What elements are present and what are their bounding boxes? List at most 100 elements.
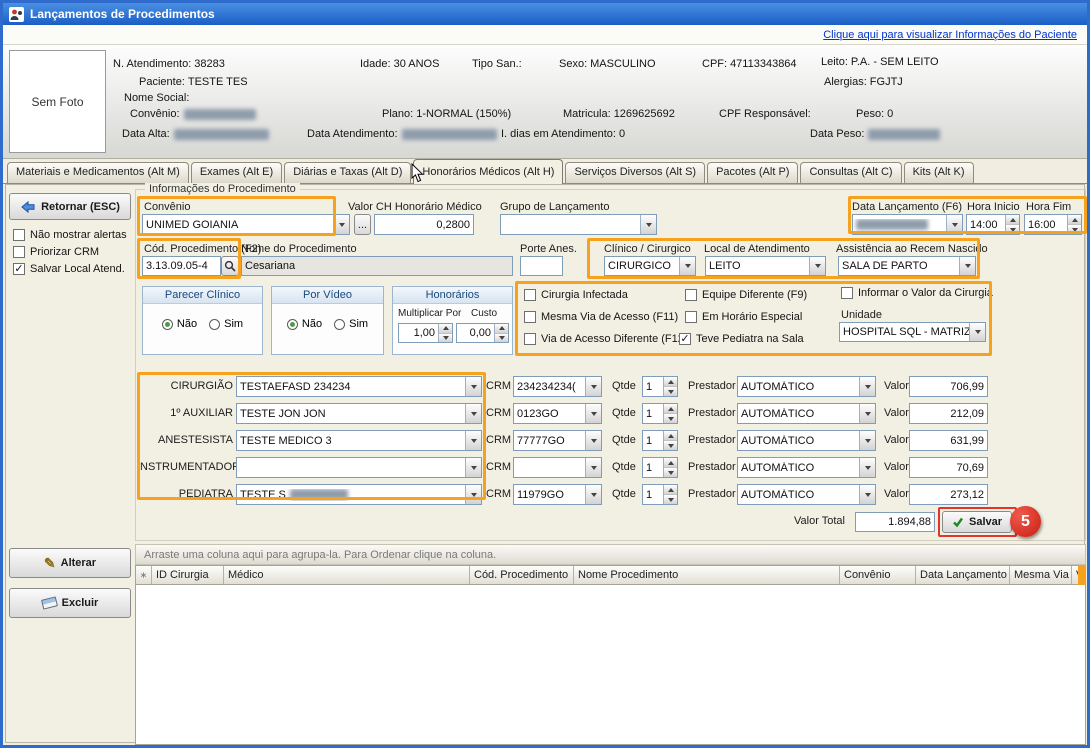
spinner-buttons[interactable] bbox=[663, 458, 677, 477]
cod-procedimento-input[interactable]: 3.13.09.05-4 bbox=[142, 256, 221, 276]
chevron-down-icon[interactable] bbox=[333, 215, 349, 234]
cod-procedimento-search-button[interactable] bbox=[221, 256, 239, 276]
chevron-down-icon[interactable] bbox=[809, 257, 825, 275]
video-sim-radio[interactable]: Sim bbox=[334, 318, 368, 330]
staff-valor-input[interactable]: 631,99 bbox=[909, 430, 988, 451]
alterar-button[interactable]: ✎ Alterar bbox=[9, 548, 131, 578]
chevron-down-icon[interactable] bbox=[679, 257, 695, 275]
spinner-buttons[interactable] bbox=[494, 324, 508, 342]
staff-qtde-stepper[interactable]: 1 bbox=[642, 484, 678, 505]
checkbox-priorizar-crm[interactable]: Priorizar CRM bbox=[13, 246, 99, 258]
grid-body[interactable] bbox=[135, 585, 1086, 745]
checkbox-teve-pediatra[interactable]: Teve Pediatra na Sala bbox=[679, 333, 804, 345]
grid-corner-cell[interactable]: ∗ bbox=[136, 566, 152, 584]
checkbox-equipe-diferente[interactable]: Equipe Diferente (F9) bbox=[685, 289, 807, 301]
spinner-buttons[interactable] bbox=[438, 324, 452, 342]
tab-diarias[interactable]: Diárias e Taxas (Alt D) bbox=[284, 162, 411, 183]
chevron-down-icon[interactable] bbox=[946, 215, 962, 234]
chevron-down-icon[interactable] bbox=[859, 404, 875, 423]
data-lancamento-select[interactable] bbox=[852, 214, 963, 235]
grupo-lancamento-select[interactable] bbox=[500, 214, 657, 235]
grid-col-id-cirurgia[interactable]: ID Cirurgia bbox=[152, 566, 224, 584]
checkbox-via-acesso-diferente[interactable]: Via de Acesso Diferente (F12) bbox=[524, 333, 688, 345]
valor-ch-input[interactable]: 0,2800 bbox=[374, 214, 474, 235]
staff-qtde-stepper[interactable]: 1 bbox=[642, 457, 678, 478]
checkbox-mesma-via-acesso[interactable]: Mesma Via de Acesso (F11) bbox=[524, 311, 678, 323]
grid-col-data-lancamento[interactable]: Data Lançamento bbox=[916, 566, 1010, 584]
checkbox-nao-mostrar-alertas[interactable]: Não mostrar alertas bbox=[13, 229, 127, 241]
staff-name-select[interactable]: TESTE JON JON bbox=[236, 403, 482, 424]
patient-info-link[interactable]: Clique aqui para visualizar Informações … bbox=[823, 29, 1077, 41]
spinner-buttons[interactable] bbox=[1067, 215, 1081, 234]
checkbox-informar-valor-cirurgia[interactable]: Informar o Valor da Cirurgia bbox=[841, 287, 993, 299]
checkbox-horario-especial[interactable]: Em Horário Especial bbox=[685, 311, 802, 323]
tab-pacotes[interactable]: Pacotes (Alt P) bbox=[707, 162, 798, 183]
staff-qtde-stepper[interactable]: 1 bbox=[642, 403, 678, 424]
hora-inicio-stepper[interactable]: 14:00 bbox=[966, 214, 1020, 235]
spinner-buttons[interactable] bbox=[663, 377, 677, 396]
staff-qtde-stepper[interactable]: 1 bbox=[642, 376, 678, 397]
assistencia-select[interactable]: SALA DE PARTO bbox=[838, 256, 976, 276]
tab-kits[interactable]: Kits (Alt K) bbox=[904, 162, 974, 183]
excluir-button[interactable]: Excluir bbox=[9, 588, 131, 618]
chevron-down-icon[interactable] bbox=[585, 485, 601, 504]
checkbox-salvar-local-atend[interactable]: Salvar Local Atend. bbox=[13, 263, 125, 275]
chevron-down-icon[interactable] bbox=[465, 404, 481, 423]
chevron-down-icon[interactable] bbox=[465, 485, 481, 504]
chevron-down-icon[interactable] bbox=[640, 215, 656, 234]
convenio-browse-button[interactable]: ... bbox=[354, 214, 371, 235]
unidade-select[interactable]: HOSPITAL SQL - MATRIZ bbox=[839, 322, 986, 342]
hora-fim-stepper[interactable]: 16:00 bbox=[1024, 214, 1082, 235]
staff-crm-select[interactable]: 11979GO bbox=[513, 484, 602, 505]
chevron-down-icon[interactable] bbox=[585, 377, 601, 396]
staff-crm-select[interactable]: 0123GO bbox=[513, 403, 602, 424]
chevron-down-icon[interactable] bbox=[465, 458, 481, 477]
chevron-down-icon[interactable] bbox=[969, 323, 985, 341]
grid-col-nome-procedimento[interactable]: Nome Procedimento bbox=[574, 566, 840, 584]
video-nao-radio[interactable]: Não bbox=[287, 318, 322, 330]
staff-name-select[interactable]: TESTE S bbox=[236, 484, 482, 505]
grid-col-medico[interactable]: Médico bbox=[224, 566, 470, 584]
staff-valor-input[interactable]: 70,69 bbox=[909, 457, 988, 478]
tab-servicos[interactable]: Serviços Diversos (Alt S) bbox=[565, 162, 705, 183]
local-atendimento-select[interactable]: LEITO bbox=[705, 256, 826, 276]
chevron-down-icon[interactable] bbox=[859, 485, 875, 504]
staff-qtde-stepper[interactable]: 1 bbox=[642, 430, 678, 451]
tab-exames[interactable]: Exames (Alt E) bbox=[191, 162, 282, 183]
staff-name-select[interactable] bbox=[236, 457, 482, 478]
spinner-buttons[interactable] bbox=[663, 404, 677, 423]
checkbox-cirurgia-infectada[interactable]: Cirurgia Infectada bbox=[524, 289, 628, 301]
tab-consultas[interactable]: Consultas (Alt C) bbox=[800, 162, 901, 183]
tab-honorarios-medicos[interactable]: Honorários Médicos (Alt H) bbox=[413, 159, 563, 184]
convenio-select[interactable]: UNIMED GOIANIA bbox=[142, 214, 350, 235]
staff-name-select[interactable]: TESTE MEDICO 3 bbox=[236, 430, 482, 451]
staff-crm-select[interactable] bbox=[513, 457, 602, 478]
chevron-down-icon[interactable] bbox=[585, 431, 601, 450]
spinner-buttons[interactable] bbox=[1005, 215, 1019, 234]
chevron-down-icon[interactable] bbox=[465, 431, 481, 450]
tab-materiais[interactable]: Materiais e Medicamentos (Alt M) bbox=[7, 162, 189, 183]
parecer-nao-radio[interactable]: Não bbox=[162, 318, 197, 330]
chevron-down-icon[interactable] bbox=[585, 458, 601, 477]
staff-prestador-select[interactable]: AUTOMÁTICO bbox=[737, 457, 876, 478]
chevron-down-icon[interactable] bbox=[959, 257, 975, 275]
parecer-sim-radio[interactable]: Sim bbox=[209, 318, 243, 330]
chevron-down-icon[interactable] bbox=[465, 377, 481, 396]
grid-scroll-corner[interactable] bbox=[1078, 565, 1086, 585]
staff-prestador-select[interactable]: AUTOMÁTICO bbox=[737, 430, 876, 451]
staff-prestador-select[interactable]: AUTOMÁTICO bbox=[737, 403, 876, 424]
grid-col-mesma-via[interactable]: Mesma Via ( bbox=[1010, 566, 1072, 584]
staff-crm-select[interactable]: 234234234( bbox=[513, 376, 602, 397]
grid-col-cod-procedimento[interactable]: Cód. Procedimento bbox=[470, 566, 574, 584]
spinner-buttons[interactable] bbox=[663, 485, 677, 504]
custo-stepper[interactable]: 0,00 bbox=[456, 323, 509, 343]
grid-group-hint[interactable]: Arraste uma coluna aqui para agrupa-la. … bbox=[135, 544, 1086, 565]
chevron-down-icon[interactable] bbox=[859, 431, 875, 450]
chevron-down-icon[interactable] bbox=[585, 404, 601, 423]
retornar-button[interactable]: Retornar (ESC) bbox=[9, 193, 131, 220]
chevron-down-icon[interactable] bbox=[859, 377, 875, 396]
porte-anes-input[interactable] bbox=[520, 256, 563, 276]
staff-name-select[interactable]: TESTAEFASD 234234 bbox=[236, 376, 482, 397]
grid-col-convenio[interactable]: Convênio bbox=[840, 566, 916, 584]
staff-valor-input[interactable]: 212,09 bbox=[909, 403, 988, 424]
